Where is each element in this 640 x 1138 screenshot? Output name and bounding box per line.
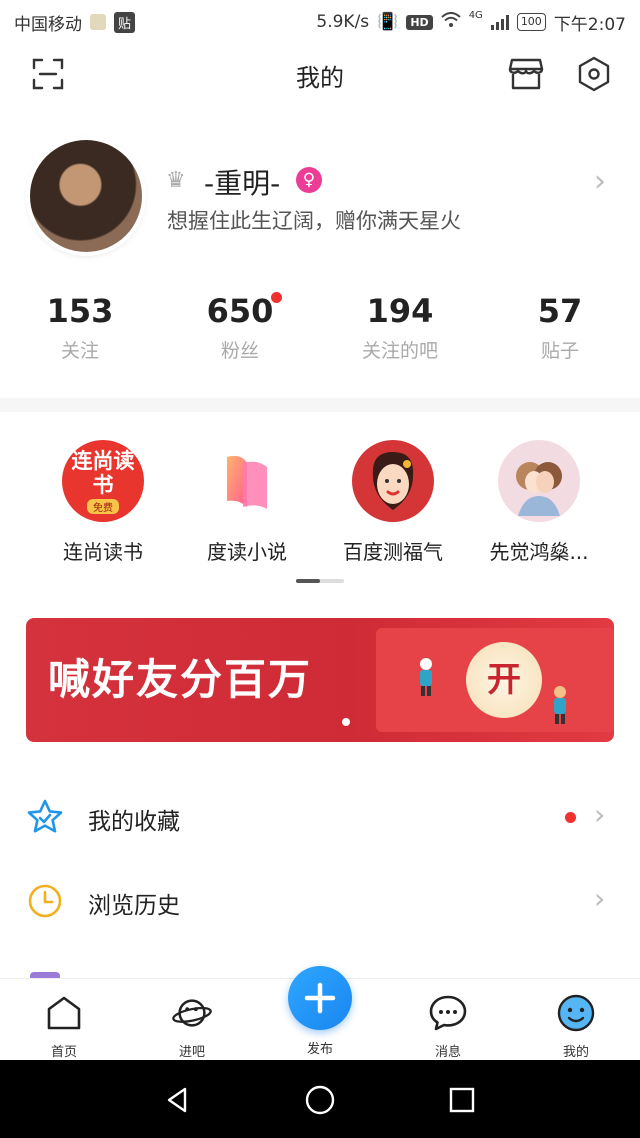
home-circle-icon[interactable] bbox=[300, 1080, 340, 1120]
tab-label: 我的 bbox=[562, 1045, 589, 1060]
stat-label: 关注的吧 bbox=[361, 340, 438, 362]
menu-favorites[interactable]: 我的收藏 › bbox=[0, 780, 640, 864]
profile-stats: 153 关注 650 粉丝 194 关注的吧 57 贴子 bbox=[0, 292, 640, 363]
clock: 下午2:07 bbox=[553, 14, 626, 35]
page-header: 我的 bbox=[0, 44, 640, 102]
new-fans-dot bbox=[271, 292, 282, 303]
tab-bars[interactable]: 进吧 bbox=[152, 993, 232, 1060]
stat-posts[interactable]: 57 贴子 bbox=[480, 292, 640, 363]
chevron-right-icon: › bbox=[594, 798, 606, 831]
menu-label: 浏览历史 bbox=[88, 893, 180, 919]
app-label: 连尚读书 bbox=[63, 540, 143, 564]
stat-value: 57 bbox=[537, 292, 583, 330]
app-shortcuts: 连尚读书 免费 连尚读书 度读小说 百度测福气 先觉鸿燊... bbox=[0, 412, 640, 602]
carrier-label: 中国移动 bbox=[14, 14, 82, 35]
free-badge: 免费 bbox=[87, 498, 119, 514]
store-icon[interactable] bbox=[506, 54, 546, 94]
app-xianjue[interactable]: 先觉鸿燊... bbox=[464, 440, 614, 565]
chevron-right-icon: › bbox=[594, 882, 606, 915]
publish-plus-button[interactable] bbox=[288, 966, 352, 1030]
stat-value: 153 bbox=[46, 292, 114, 330]
network-speed: 5.9K/s bbox=[316, 12, 370, 32]
stat-value: 194 bbox=[366, 292, 434, 330]
status-bar: 中国移动 贴 5.9K/s 📳 HD 4G 100 下午2:07 bbox=[0, 0, 640, 44]
figure-icon bbox=[554, 686, 566, 724]
tab-label: 发布 bbox=[306, 1042, 333, 1057]
app-label: 先觉鸿燊... bbox=[489, 540, 589, 564]
baidu-fortune-icon bbox=[352, 440, 434, 522]
planet-icon bbox=[172, 993, 212, 1033]
username: -重明- bbox=[204, 167, 281, 200]
mine-face-icon bbox=[556, 993, 596, 1033]
stat-followed-bars[interactable]: 194 关注的吧 bbox=[320, 292, 480, 363]
tab-mine[interactable]: 我的 bbox=[536, 993, 616, 1060]
profile-card[interactable]: ♛ -重明- ♀ 想握住此生辽阔，赠你满天星火 › 153 关注 650 粉丝 … bbox=[0, 102, 640, 402]
page-indicator bbox=[296, 579, 344, 583]
tab-messages[interactable]: 消息 bbox=[408, 993, 488, 1060]
menu-history[interactable]: 浏览历史 › bbox=[0, 864, 640, 948]
chat-bubble-icon bbox=[428, 993, 468, 1033]
chevron-right-icon[interactable]: › bbox=[594, 164, 606, 199]
app-label: 百度测福气 bbox=[343, 540, 443, 564]
tab-label: 首页 bbox=[50, 1045, 77, 1060]
stat-following[interactable]: 153 关注 bbox=[0, 292, 160, 363]
network-type: 4G bbox=[468, 9, 483, 21]
banner-text: 喊好友分百万 bbox=[48, 655, 313, 704]
star-icon bbox=[27, 799, 63, 833]
profile-signature: 想握住此生辽阔，赠你满天星火 bbox=[167, 209, 461, 233]
app-label: 度读小说 bbox=[207, 540, 287, 564]
female-gender-icon: ♀ bbox=[296, 167, 322, 193]
plus-icon bbox=[304, 982, 336, 1014]
stat-label: 关注 bbox=[60, 340, 99, 362]
tab-home[interactable]: 首页 bbox=[24, 993, 104, 1060]
open-envelope-button[interactable]: 开 bbox=[466, 642, 542, 718]
settings-icon[interactable] bbox=[574, 54, 614, 94]
hd-icon: HD bbox=[406, 14, 433, 30]
home-icon bbox=[44, 993, 84, 1033]
stat-fans[interactable]: 650 粉丝 bbox=[160, 292, 320, 363]
app-dudu-novel[interactable]: 度读小说 bbox=[172, 440, 322, 565]
wifi-icon bbox=[441, 11, 461, 33]
dudu-novel-icon bbox=[206, 440, 288, 522]
new-dot bbox=[565, 812, 576, 823]
menu-label: 我的收藏 bbox=[88, 809, 180, 835]
app-icon-text: 连尚读书 bbox=[71, 448, 135, 497]
figure-icon bbox=[420, 658, 432, 696]
stat-value: 650 bbox=[206, 292, 274, 330]
clock-icon bbox=[28, 884, 62, 918]
crown-icon: ♛ bbox=[166, 168, 186, 193]
app-lianshang-reading[interactable]: 连尚读书 免费 连尚读书 bbox=[28, 440, 178, 565]
system-nav-bar bbox=[0, 1060, 640, 1138]
tieba-notification-icon: 贴 bbox=[114, 11, 136, 33]
recents-icon[interactable] bbox=[442, 1080, 482, 1120]
signal-icon bbox=[490, 14, 509, 30]
xianjue-icon bbox=[498, 440, 580, 522]
battery-icon: 100 bbox=[516, 13, 546, 31]
back-icon[interactable] bbox=[158, 1080, 198, 1120]
tab-label: 进吧 bbox=[178, 1045, 205, 1060]
lianshang-reading-icon: 连尚读书 免费 bbox=[62, 440, 144, 522]
stat-label: 贴子 bbox=[540, 340, 579, 362]
stat-label: 粉丝 bbox=[220, 340, 259, 362]
notification-icon bbox=[90, 14, 106, 30]
promo-banner[interactable]: 喊好友分百万 开 bbox=[26, 618, 614, 742]
tab-label: 消息 bbox=[434, 1045, 461, 1060]
banner-page-dot bbox=[342, 718, 350, 726]
vibrate-icon: 📳 bbox=[377, 12, 399, 32]
avatar[interactable] bbox=[30, 140, 142, 252]
section-divider bbox=[0, 398, 640, 412]
app-baidu-fortune[interactable]: 百度测福气 bbox=[318, 440, 468, 565]
